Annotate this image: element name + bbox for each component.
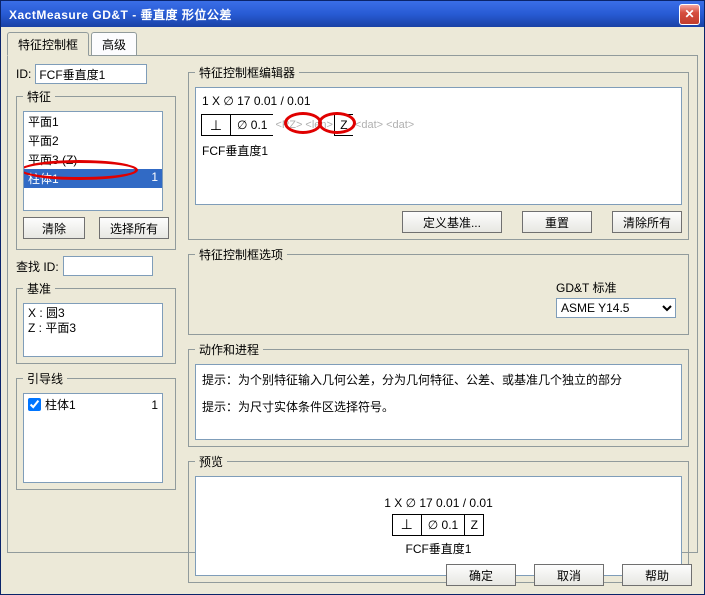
- actions-legend: 动作和进程: [195, 341, 263, 358]
- find-id-label: 查找 ID:: [16, 258, 59, 275]
- datum-list[interactable]: X : 圆3 Z : 平面3: [23, 303, 163, 357]
- fcf-tolerance-cell[interactable]: ∅ 0.1: [230, 114, 274, 136]
- diameter-icon: ∅: [237, 118, 247, 132]
- preview-symbol: ⊥: [392, 514, 422, 536]
- preview-legend: 预览: [195, 453, 227, 470]
- std-select[interactable]: ASME Y14.5: [556, 298, 676, 318]
- right-column: 特征控制框编辑器 1 X ∅ 17 0.01 / 0.01 ⊥ ∅ 0.1 <P…: [188, 64, 689, 583]
- fcf-button-row: 定义基准... 重置 清除所有: [195, 211, 682, 233]
- select-all-features-button[interactable]: 选择所有: [99, 217, 169, 239]
- feature-item[interactable]: 平面1: [24, 112, 162, 131]
- left-column: ID: 特征 平面1 平面2 平面3 (Z) 柱体1 1: [16, 64, 176, 496]
- titlebar: XactMeasure GD&T - 垂直度 形位公差 ✕: [1, 1, 704, 27]
- clear-features-button[interactable]: 清除: [23, 217, 85, 239]
- dat-placeholder[interactable]: <dat>: [353, 114, 385, 136]
- tab-strip: 特征控制框 高级: [7, 33, 698, 55]
- features-list[interactable]: 平面1 平面2 平面3 (Z) 柱体1 1: [23, 111, 163, 211]
- fcf-editor-legend: 特征控制框编辑器: [195, 64, 299, 81]
- id-label: ID:: [16, 67, 31, 81]
- datum-legend: 基准: [23, 280, 55, 297]
- leader-legend: 引导线: [23, 370, 67, 387]
- dialog-buttons: 确定 取消 帮助: [446, 564, 692, 586]
- tip-line: 提示：为尺寸实体条件区选择符号。: [202, 398, 675, 415]
- fcf-frame[interactable]: ⊥ ∅ 0.1 <PZ> <len> Z <dat> <dat>: [202, 114, 675, 136]
- tolerance-value: 0.1: [251, 118, 268, 132]
- leader-group: 引导线 柱体1 1: [16, 370, 176, 490]
- fcf-editor-group: 特征控制框编辑器 1 X ∅ 17 0.01 / 0.01 ⊥ ∅ 0.1 <P…: [188, 64, 689, 240]
- leader-name: 柱体1: [45, 396, 151, 413]
- reset-button[interactable]: 重置: [522, 211, 592, 233]
- id-input[interactable]: [35, 64, 147, 84]
- diameter-icon: ∅: [428, 518, 438, 532]
- features-legend: 特征: [23, 88, 55, 105]
- datum-item[interactable]: Z : 平面3: [28, 321, 158, 336]
- leader-item[interactable]: 柱体1 1: [28, 396, 158, 413]
- feature-name: 柱体1: [28, 170, 59, 187]
- preview-frame: ⊥ ∅ 0.1 Z: [393, 514, 484, 536]
- std-label: GD&T 标准: [556, 279, 676, 296]
- client-area: 特征控制框 高级 ID: 特征 平面1 平面2 平面3 (Z) 柱体1: [1, 27, 704, 594]
- feature-item[interactable]: 平面3 (Z): [24, 150, 162, 169]
- leader-list[interactable]: 柱体1 1: [23, 393, 163, 483]
- window-title: XactMeasure GD&T - 垂直度 形位公差: [5, 6, 679, 23]
- fcf-datum1-cell[interactable]: Z: [334, 114, 354, 136]
- feature-item-selected[interactable]: 柱体1 1: [24, 169, 162, 188]
- ok-button[interactable]: 确定: [446, 564, 516, 586]
- app-window: XactMeasure GD&T - 垂直度 形位公差 ✕ 特征控制框 高级 I…: [0, 0, 705, 595]
- fcf-options-group: 特征控制框选项 GD&T 标准 ASME Y14.5: [188, 246, 689, 335]
- dat-placeholder[interactable]: <dat>: [384, 114, 416, 136]
- fcf-size-line[interactable]: 1 X ∅ 17 0.01 / 0.01: [202, 94, 675, 108]
- tab-fcf[interactable]: 特征控制框: [7, 32, 89, 56]
- tab-advanced[interactable]: 高级: [91, 32, 137, 55]
- fcf-options-legend: 特征控制框选项: [195, 246, 287, 263]
- find-id-input[interactable]: [63, 256, 153, 276]
- help-button[interactable]: 帮助: [622, 564, 692, 586]
- pz-placeholder[interactable]: <PZ>: [273, 114, 304, 136]
- fcf-name-label: FCF垂直度1: [202, 142, 675, 159]
- preview-datum1: Z: [464, 514, 484, 536]
- preview-box: 1 X ∅ 17 0.01 / 0.01 ⊥ ∅ 0.1 Z FCF垂直度1: [195, 476, 682, 576]
- tips-box: 提示：为个别特征输入几何公差，分为几何特征、公差、或基准几个独立的部分 提示：为…: [195, 364, 682, 440]
- features-group: 特征 平面1 平面2 平面3 (Z) 柱体1 1 清除 选择所有: [16, 88, 176, 250]
- datum-group: 基准 X : 圆3 Z : 平面3: [16, 280, 176, 364]
- clear-all-button[interactable]: 清除所有: [612, 211, 682, 233]
- actions-group: 动作和进程 提示：为个别特征输入几何公差，分为几何特征、公差、或基准几个独立的部…: [188, 341, 689, 447]
- datum-item[interactable]: X : 圆3: [28, 306, 158, 321]
- leader-checkbox[interactable]: [28, 398, 41, 411]
- len-placeholder[interactable]: <len>: [303, 114, 335, 136]
- define-datum-button[interactable]: 定义基准...: [402, 211, 502, 233]
- tab-page: ID: 特征 平面1 平面2 平面3 (Z) 柱体1 1: [7, 55, 698, 553]
- cancel-button[interactable]: 取消: [534, 564, 604, 586]
- preview-name: FCF垂直度1: [405, 540, 471, 557]
- fcf-symbol-cell[interactable]: ⊥: [201, 114, 231, 136]
- preview-size-line: 1 X ∅ 17 0.01 / 0.01: [384, 496, 493, 510]
- feature-item[interactable]: 平面2: [24, 131, 162, 150]
- preview-tol: ∅ 0.1: [421, 514, 465, 536]
- fcf-editor: 1 X ∅ 17 0.01 / 0.01 ⊥ ∅ 0.1 <PZ> <len> …: [195, 87, 682, 205]
- tip-line: 提示：为个别特征输入几何公差，分为几何特征、公差、或基准几个独立的部分: [202, 371, 675, 388]
- leader-count: 1: [151, 398, 158, 412]
- feature-count: 1: [151, 170, 158, 187]
- close-icon[interactable]: ✕: [679, 4, 700, 25]
